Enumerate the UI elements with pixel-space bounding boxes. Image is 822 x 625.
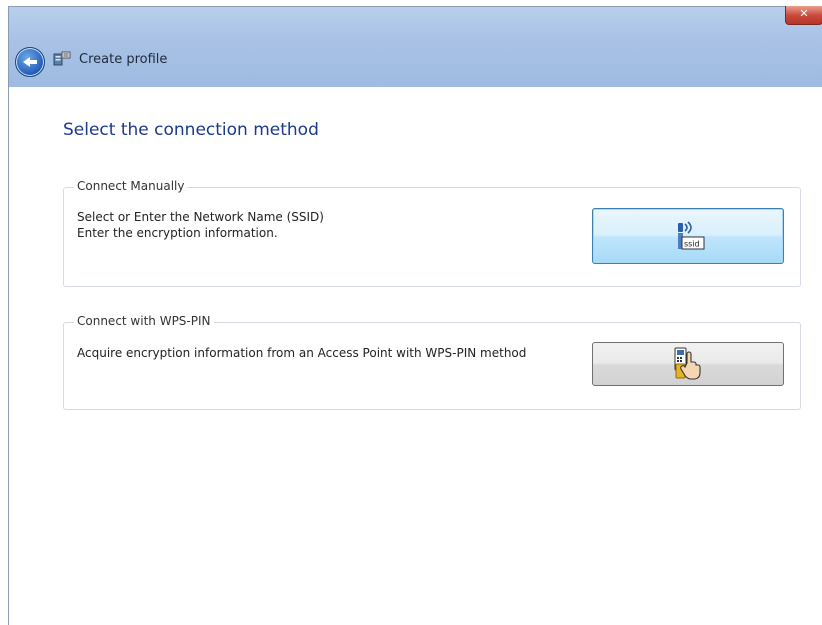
page-heading: Select the connection method <box>63 120 319 140</box>
group-description: Select or Enter the Network Name (SSID) … <box>77 209 557 241</box>
group-description: Acquire encryption information from an A… <box>77 346 527 360</box>
group-legend: Connect with WPS-PIN <box>74 314 214 328</box>
window-title: Create profile <box>79 52 168 67</box>
description-line: Enter the encryption information. <box>77 226 278 240</box>
title-bar: Create profile <box>9 6 822 87</box>
group-legend: Connect Manually <box>74 179 188 193</box>
ssid-icon-label: ssid <box>684 240 700 249</box>
close-button[interactable] <box>785 6 822 25</box>
description-line: Select or Enter the Network Name (SSID) <box>77 210 324 224</box>
connect-wps-pin-button[interactable] <box>592 342 784 386</box>
connect-manually-button[interactable]: ssid <box>592 208 784 264</box>
create-profile-window: Create profile Select the connection met… <box>8 6 822 625</box>
wps-pin-hand-icon <box>674 347 701 380</box>
back-arrow-icon[interactable] <box>15 47 45 77</box>
network-profile-icon <box>53 51 71 66</box>
connect-wps-pin-group: Connect with WPS-PIN Acquire encryption … <box>63 314 801 410</box>
ssid-signal-icon: ssid <box>678 221 705 250</box>
connect-manually-group: Connect Manually Select or Enter the Net… <box>63 179 801 287</box>
